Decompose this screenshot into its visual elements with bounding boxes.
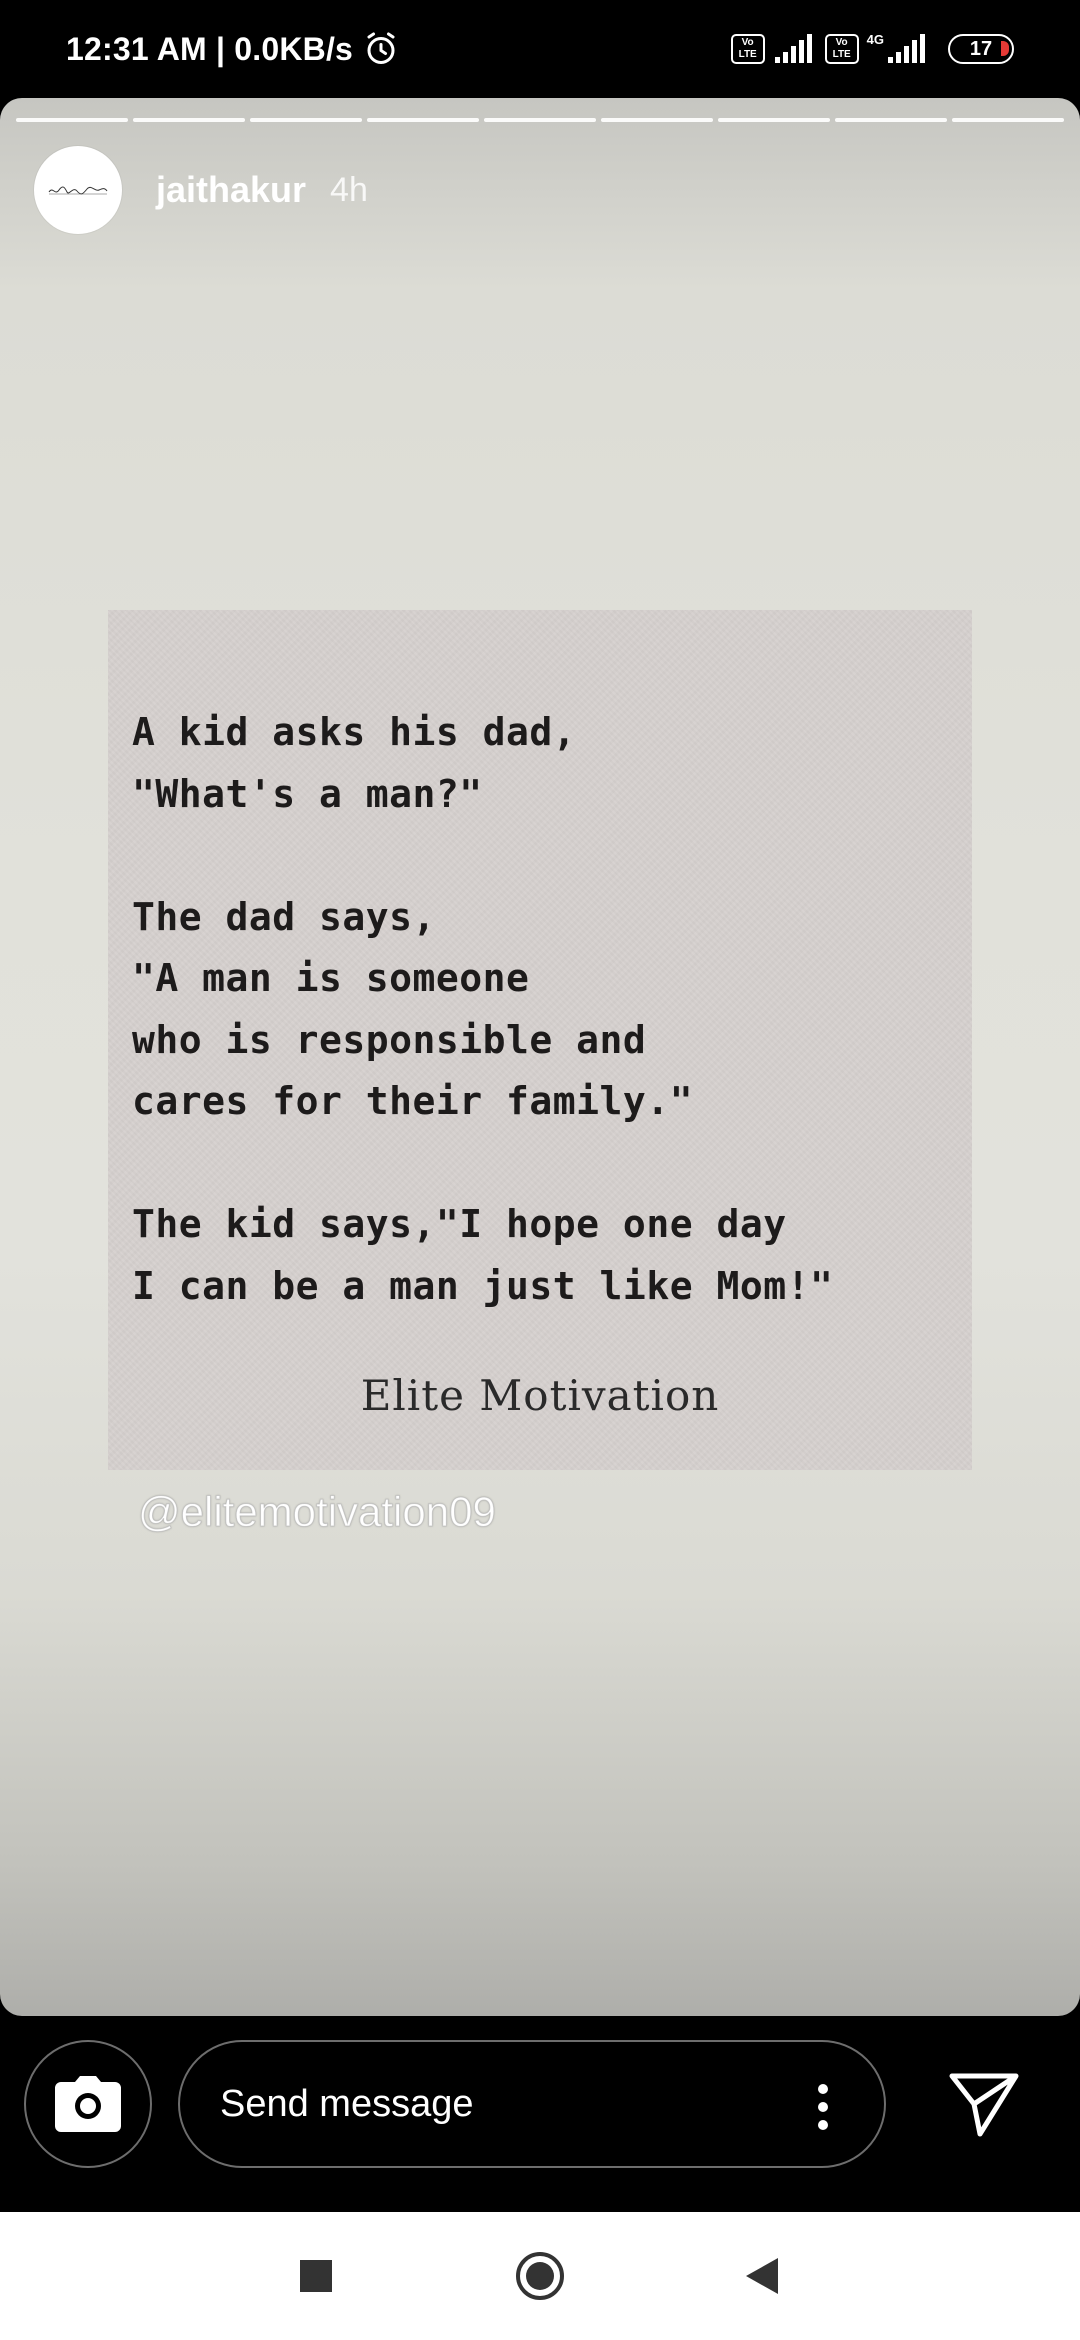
- status-bar: 12:31 AM | 0.0KB/s Vo LTE Vo LTE 4G 17: [0, 0, 1080, 98]
- quote-line: cares for their family.": [132, 1079, 694, 1123]
- circle-icon: [516, 2252, 564, 2300]
- story-progress-bar: [16, 118, 1064, 123]
- send-message-input[interactable]: Send message: [178, 2040, 886, 2168]
- paper-plane-icon[interactable]: [948, 2068, 1020, 2140]
- quote-line: [132, 1133, 952, 1195]
- story-header: jaithakur 4h: [34, 146, 368, 234]
- quote-line: The dad says,: [132, 894, 436, 939]
- reply-bar: Send message: [0, 2016, 1080, 2212]
- screen: 12:31 AM | 0.0KB/s Vo LTE Vo LTE 4G 17 j…: [0, 0, 1080, 2340]
- story-progress-segment: [367, 118, 479, 122]
- system-nav-bar: [0, 2212, 1080, 2340]
- avatar[interactable]: [34, 146, 122, 234]
- nav-recents-button[interactable]: [290, 2212, 342, 2340]
- status-left: 12:31 AM | 0.0KB/s: [66, 31, 399, 68]
- story-progress-segment: [484, 118, 596, 122]
- story-progress-segment: [835, 118, 947, 122]
- network-type: 4G: [866, 31, 884, 47]
- battery-indicator: 17: [948, 34, 1014, 64]
- story-view[interactable]: jaithakur 4h A kid asks his dad, "What's …: [0, 98, 1080, 2016]
- quote-line: The kid says,"I hope one day: [132, 1202, 787, 1246]
- story-progress-segment: [952, 118, 1064, 122]
- volte-badge-1: Vo LTE: [730, 34, 765, 64]
- story-progress-segment: [718, 118, 830, 122]
- quote-line: A kid asks his dad,: [132, 710, 577, 754]
- triangle-back-icon: [746, 2258, 778, 2294]
- quote-line: I can be a man just like Mom!": [132, 1263, 834, 1308]
- signal-bars-icon: [774, 34, 812, 63]
- story-progress-segment: [250, 118, 362, 122]
- status-time: 12:31 AM | 0.0KB/s: [66, 30, 354, 67]
- quote-line: [132, 825, 952, 887]
- quote-line: who is responsible and: [132, 1017, 647, 1062]
- more-vertical-icon[interactable]: [816, 2082, 830, 2132]
- alarm-clock-icon: [367, 32, 395, 64]
- signature-logo-icon: [48, 186, 108, 195]
- quote-line: "What's a man?": [132, 771, 483, 816]
- story-progress-segment: [133, 118, 245, 122]
- signal-bars-icon-2: [888, 34, 925, 63]
- camera-button[interactable]: [24, 2040, 152, 2168]
- quote-card: A kid asks his dad, "What's a man?" The d…: [108, 610, 972, 1470]
- status-right: Vo LTE Vo LTE 4G 17: [730, 31, 1014, 65]
- quote-text: A kid asks his dad, "What's a man?" The d…: [132, 702, 952, 1317]
- quote-line: "A man is someone: [132, 956, 530, 1000]
- nav-home-button[interactable]: [512, 2212, 568, 2340]
- story-timestamp: 4h: [330, 170, 368, 209]
- square-icon: [300, 2260, 332, 2292]
- message-placeholder: Send message: [220, 2082, 474, 2125]
- volte-badge-2: Vo LTE: [824, 34, 859, 64]
- camera-icon: [55, 2076, 121, 2132]
- story-username[interactable]: jaithakur: [156, 169, 306, 211]
- card-signature: Elite Motivation: [360, 1371, 720, 1420]
- mention-tag[interactable]: @elitemotivation09: [138, 1488, 497, 1536]
- battery-level: 17: [969, 37, 993, 60]
- nav-back-button[interactable]: [738, 2212, 786, 2340]
- story-progress-segment: [16, 118, 128, 122]
- story-progress-segment: [601, 118, 713, 122]
